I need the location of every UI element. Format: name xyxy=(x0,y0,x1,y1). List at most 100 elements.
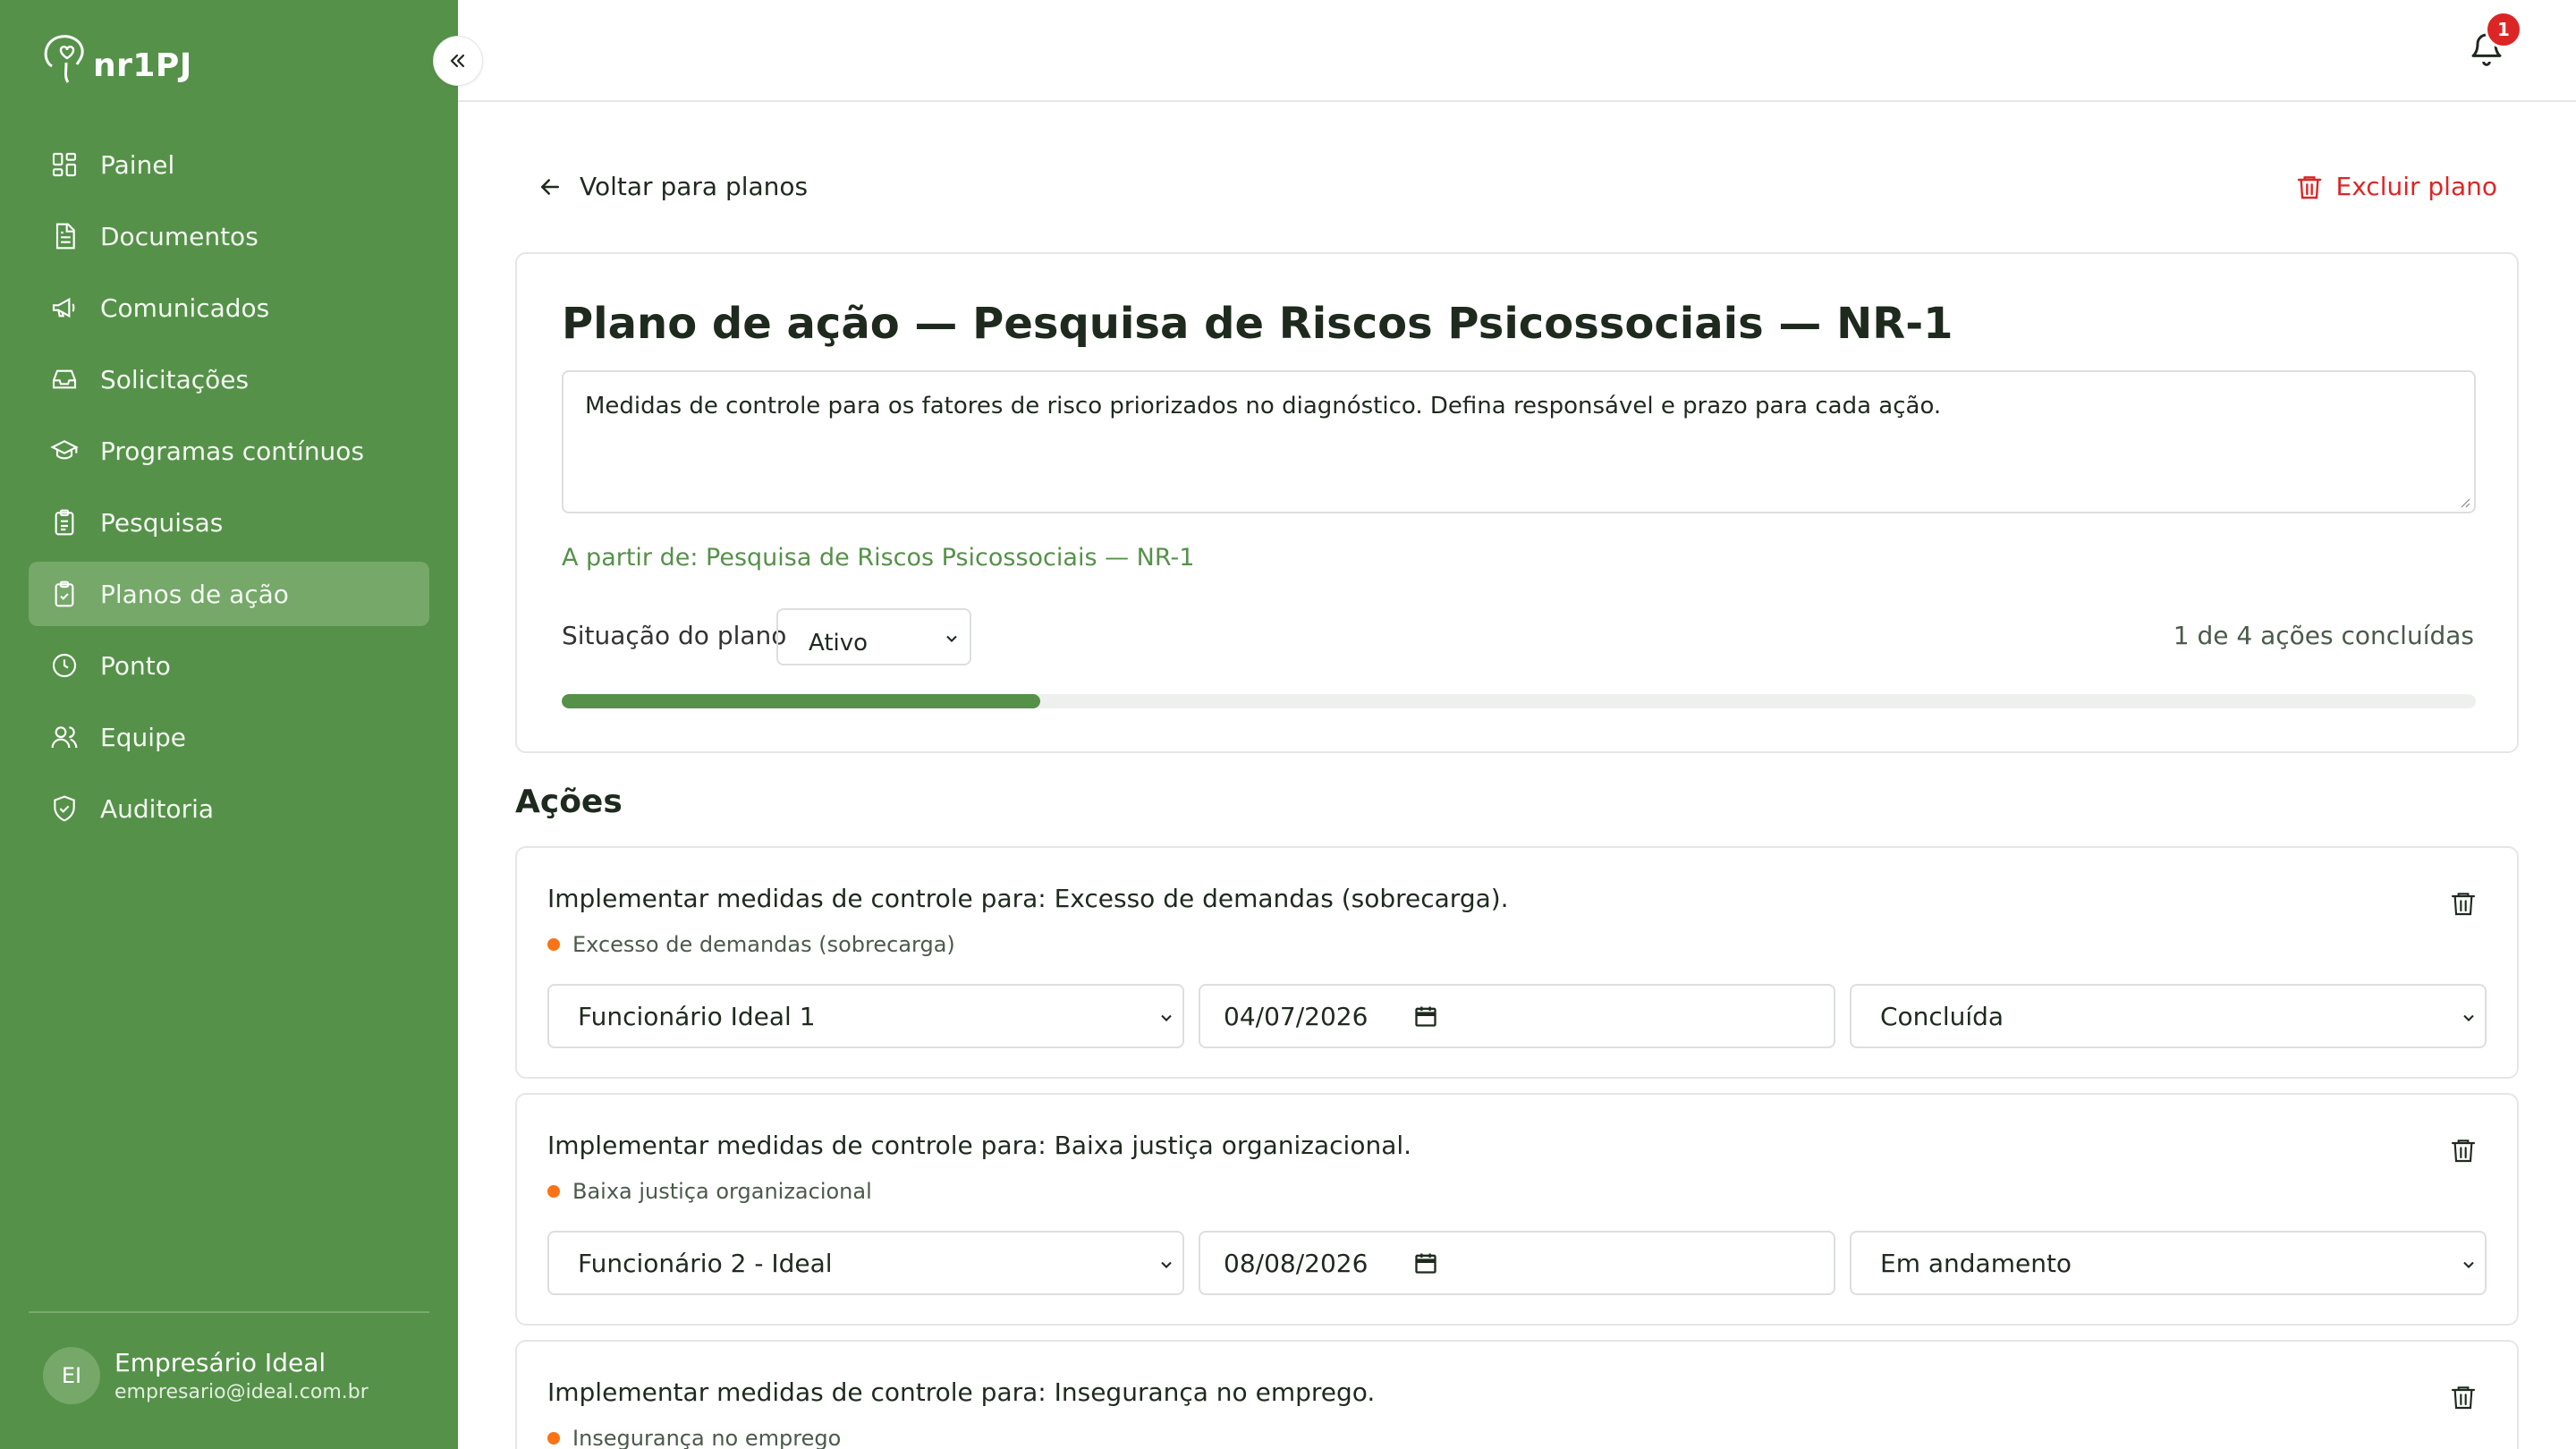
calendar-icon[interactable] xyxy=(1413,1004,1438,1029)
page-title: Plano de ação — Pesquisa de Riscos Psico… xyxy=(562,299,1953,349)
chevron-down-icon xyxy=(1161,1014,1172,1021)
chevrons-left-icon xyxy=(450,54,465,68)
plan-status-value: Ativo xyxy=(809,630,869,657)
trash-icon[interactable] xyxy=(2449,887,2478,919)
trash-icon xyxy=(2297,175,2321,199)
due-date-input[interactable]: 08/08/2026 xyxy=(1199,1231,1835,1295)
sidebar-item-pesquisas[interactable]: Pesquisas xyxy=(29,490,429,555)
user-name: Empresário Ideal xyxy=(114,1348,326,1377)
chevron-down-icon xyxy=(2463,1014,2474,1021)
sidebar-item-auditoria[interactable]: Auditoria xyxy=(29,776,429,841)
sidebar-divider xyxy=(29,1311,429,1313)
chevron-down-icon xyxy=(2463,1261,2474,1268)
brand-logo[interactable]: nr1PJ xyxy=(39,30,192,86)
sidebar-item-label: Ponto xyxy=(100,650,171,681)
action-risk-tag: Insegurança no emprego xyxy=(547,1426,841,1449)
action-status-value: Em andamento xyxy=(1880,1248,2072,1278)
inbox-icon xyxy=(52,369,77,389)
action-card: Implementar medidas de controle para: In… xyxy=(515,1340,2519,1449)
dashboard-icon xyxy=(52,152,77,177)
due-date-value: 08/08/2026 xyxy=(1224,1248,1368,1278)
action-title: Implementar medidas de controle para: In… xyxy=(547,1377,1376,1407)
due-date-input[interactable]: 04/07/2026 xyxy=(1199,984,1835,1048)
sidebar-item-label: Auditoria xyxy=(100,793,215,824)
clock-icon xyxy=(52,653,77,678)
risk-dot-icon xyxy=(547,938,560,951)
megaphone-icon xyxy=(52,297,75,318)
sidebar-item-solicitacoes[interactable]: Solicitações xyxy=(29,347,429,411)
plan-description-field[interactable]: Medidas de controle para os fatores de r… xyxy=(562,370,2476,513)
document-icon xyxy=(55,223,75,250)
sidebar: nr1PJ Painel Documentos Comunicados Soli… xyxy=(0,0,458,1449)
graduation-cap-icon xyxy=(50,440,79,460)
responsible-select[interactable]: Funcionário 2 - Ideal xyxy=(547,1231,1184,1295)
sidebar-item-label: Pesquisas xyxy=(100,507,224,538)
sidebar-item-equipe[interactable]: Equipe xyxy=(29,705,429,769)
action-risk-label: Insegurança no emprego xyxy=(572,1426,842,1449)
user-profile[interactable]: EI Empresário Ideal empresario@ideal.com… xyxy=(43,1347,369,1404)
user-email: empresario@ideal.com.br xyxy=(114,1381,369,1403)
trash-icon[interactable] xyxy=(2449,1381,2478,1413)
plan-status-label: Situação do plano xyxy=(562,621,787,650)
chevron-down-icon xyxy=(946,635,957,642)
arrow-left-icon xyxy=(541,178,559,195)
action-status-select[interactable]: Concluída xyxy=(1850,984,2487,1048)
plan-progress-fill xyxy=(562,694,1040,708)
action-risk-label: Excesso de demandas (sobrecarga) xyxy=(572,932,955,957)
action-risk-tag: Excesso de demandas (sobrecarga) xyxy=(547,932,955,957)
sidebar-item-comunicados[interactable]: Comunicados xyxy=(29,275,429,340)
action-status-value: Concluída xyxy=(1880,1001,2004,1031)
plan-source-link[interactable]: A partir de: Pesquisa de Riscos Psicosso… xyxy=(562,544,1194,572)
plan-description-text: Medidas de controle para os fatores de r… xyxy=(585,393,1942,419)
due-date-value: 04/07/2026 xyxy=(1224,1001,1368,1031)
notification-badge: 1 xyxy=(2485,11,2522,48)
action-card: Implementar medidas de controle para: Ex… xyxy=(515,846,2519,1079)
clipboard-check-icon xyxy=(55,580,74,607)
head-heart-icon xyxy=(44,35,84,83)
responsible-value: Funcionário Ideal 1 xyxy=(578,1001,816,1031)
action-status-select[interactable]: Em andamento xyxy=(1850,1231,2487,1295)
responsible-value: Funcionário 2 - Ideal xyxy=(578,1248,833,1278)
sidebar-item-label: Equipe xyxy=(100,722,186,752)
sidebar-item-label: Solicitações xyxy=(100,364,250,394)
sidebar-nav: Painel Documentos Comunicados Solicitaçõ… xyxy=(29,132,429,848)
users-icon xyxy=(51,726,78,749)
collapse-sidebar-button[interactable] xyxy=(433,36,483,86)
delete-plan-button[interactable]: Excluir plano xyxy=(2295,172,2497,201)
chevron-down-icon xyxy=(1161,1261,1172,1268)
action-title: Implementar medidas de controle para: Ex… xyxy=(547,884,1509,913)
responsible-select[interactable]: Funcionário Ideal 1 xyxy=(547,984,1184,1048)
sidebar-item-planos-de-acao[interactable]: Planos de ação xyxy=(29,562,429,626)
plan-status-select[interactable]: Ativo xyxy=(776,608,971,665)
action-risk-label: Baixa justiça organizacional xyxy=(572,1179,872,1204)
sidebar-item-label: Documentos xyxy=(100,221,258,251)
plan-card: Plano de ação — Pesquisa de Riscos Psico… xyxy=(515,252,2519,753)
calendar-icon[interactable] xyxy=(1413,1250,1438,1275)
risk-dot-icon xyxy=(547,1432,560,1445)
clipboard-icon xyxy=(55,509,74,536)
sidebar-item-label: Painel xyxy=(100,149,175,180)
risk-dot-icon xyxy=(547,1185,560,1198)
back-to-plans-link[interactable]: Voltar para planos xyxy=(537,172,808,201)
plan-progress-text: 1 de 4 ações concluídas xyxy=(2173,621,2474,650)
avatar: EI xyxy=(43,1347,100,1404)
action-title: Implementar medidas de controle para: Ba… xyxy=(547,1131,1412,1160)
brand-name: nr1PJ xyxy=(93,47,192,84)
sidebar-item-programas-continuos[interactable]: Programas contínuos xyxy=(29,419,429,483)
top-bar xyxy=(458,0,2576,102)
sidebar-item-documentos[interactable]: Documentos xyxy=(29,204,429,268)
shield-check-icon xyxy=(54,795,75,822)
action-card: Implementar medidas de controle para: Ba… xyxy=(515,1093,2519,1326)
trash-icon[interactable] xyxy=(2449,1134,2478,1166)
delete-plan-label: Excluir plano xyxy=(2335,172,2497,201)
actions-section-title: Ações xyxy=(515,784,623,820)
resize-handle-icon[interactable] xyxy=(2458,496,2470,508)
sidebar-item-painel[interactable]: Painel xyxy=(29,132,429,197)
back-link-label: Voltar para planos xyxy=(580,172,809,201)
action-risk-tag: Baixa justiça organizacional xyxy=(547,1179,872,1204)
sidebar-item-label: Programas contínuos xyxy=(100,436,365,466)
plan-progress-bar xyxy=(562,694,2476,708)
sidebar-item-label: Planos de ação xyxy=(100,579,289,609)
sidebar-item-ponto[interactable]: Ponto xyxy=(29,633,429,698)
sidebar-item-label: Comunicados xyxy=(100,292,270,323)
